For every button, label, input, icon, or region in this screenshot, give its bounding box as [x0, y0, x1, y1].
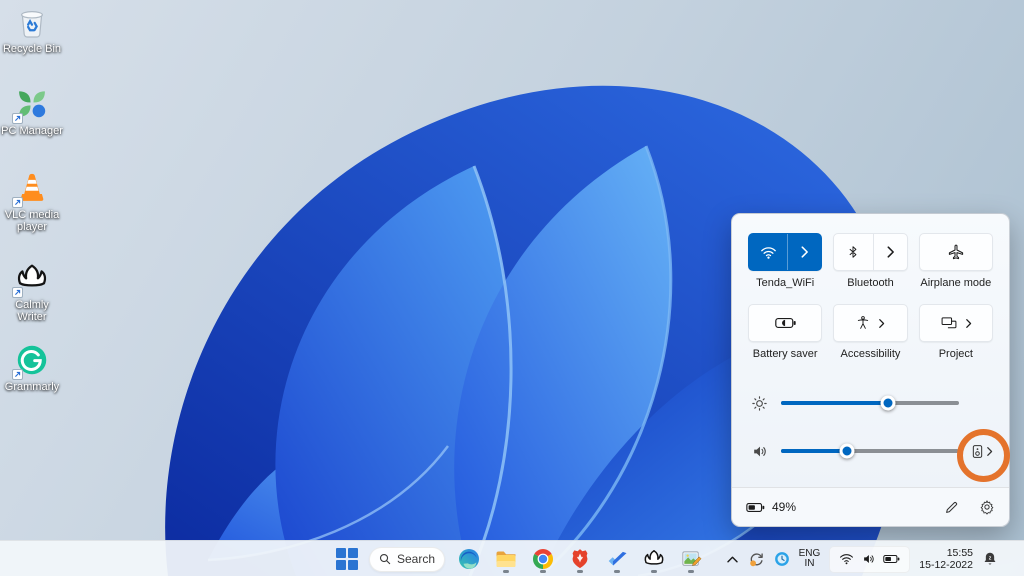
- taskbar-app-file-explorer[interactable]: [493, 544, 519, 574]
- quick-settings-panel: Tenda_WiFi Bluetooth: [731, 213, 1010, 527]
- wifi-icon[interactable]: [749, 234, 787, 270]
- audio-device-icon: [972, 444, 983, 459]
- svg-text:z: z: [989, 555, 992, 561]
- battery-percent-label: 49%: [772, 500, 796, 514]
- volume-slider[interactable]: [781, 449, 959, 453]
- desktop-icon-label: Calmly Writer: [0, 299, 64, 323]
- tray-volume-icon: [861, 552, 876, 566]
- brave-icon: [569, 547, 591, 571]
- file-explorer-icon: [494, 547, 518, 571]
- desktop-icon-pc-manager[interactable]: PC Manager: [0, 86, 64, 137]
- desktop-icon-vlc[interactable]: VLC media player: [0, 170, 64, 233]
- pencil-icon: [944, 500, 959, 515]
- accessibility-chevron-icon: [878, 318, 885, 329]
- battery-saver-icon: [775, 316, 796, 330]
- volume-slider-fill: [781, 449, 847, 453]
- gear-icon: [979, 499, 995, 515]
- language-line2: IN: [799, 559, 821, 569]
- quick-settings-tray-button[interactable]: [829, 546, 910, 573]
- shortcut-arrow-icon: [12, 369, 23, 380]
- shortcut-arrow-icon: [12, 113, 23, 124]
- bluetooth-expand-chevron-icon[interactable]: [873, 234, 907, 270]
- tray-wifi-icon: [839, 553, 854, 565]
- recycle-bin-icon: [14, 4, 50, 40]
- tile-label: Accessibility: [833, 348, 907, 360]
- desktop-icon-label: Grammarly: [0, 381, 64, 393]
- shortcut-arrow-icon: [12, 197, 23, 208]
- tray-date: 15-12-2022: [919, 559, 973, 571]
- bluetooth-icon[interactable]: [834, 234, 872, 270]
- vlc-icon: [14, 170, 50, 206]
- search-icon: [379, 553, 391, 565]
- tile-label: Bluetooth: [833, 277, 907, 289]
- desktop-icon-label: PC Manager: [0, 125, 64, 137]
- quick-settings-footer: 49%: [732, 487, 1009, 526]
- tile-label: Battery saver: [748, 348, 822, 360]
- tray-time: 15:55: [919, 547, 973, 559]
- taskbar-app-todo-check[interactable]: [604, 544, 630, 574]
- calmly-writer-taskbar-icon: [642, 547, 666, 571]
- tile-accessibility[interactable]: [833, 304, 907, 342]
- edit-quick-settings-button[interactable]: [944, 500, 959, 515]
- search-box[interactable]: Search: [369, 547, 445, 572]
- brightness-row: [750, 387, 993, 419]
- tile-label: Project: [919, 348, 993, 360]
- battery-status[interactable]: 49%: [746, 500, 796, 514]
- notification-bell-dnd-icon[interactable]: z: [982, 551, 998, 567]
- todo-check-icon: [606, 548, 629, 571]
- tile-bluetooth[interactable]: [833, 233, 907, 271]
- start-button[interactable]: [336, 548, 358, 570]
- tile-label: Tenda_WiFi: [748, 277, 822, 289]
- volume-icon: [750, 443, 768, 460]
- tile-battery-saver[interactable]: [748, 304, 822, 342]
- taskbar-app-calmly-writer[interactable]: [641, 544, 667, 574]
- airplane-icon: [947, 243, 965, 261]
- taskbar-app-chrome[interactable]: [530, 544, 556, 574]
- language-indicator[interactable]: ENG IN: [799, 549, 821, 569]
- shortcut-arrow-icon: [12, 287, 23, 298]
- brightness-slider[interactable]: [781, 401, 959, 405]
- brightness-slider-fill: [781, 401, 888, 405]
- desktop-icon-grammarly[interactable]: Grammarly: [0, 342, 64, 393]
- clock-date-button[interactable]: 15:55 15-12-2022: [919, 547, 973, 571]
- settings-button[interactable]: [979, 499, 995, 515]
- taskbar-app-brave[interactable]: [567, 544, 593, 574]
- volume-slider-thumb[interactable]: [839, 444, 854, 459]
- taskbar-app-edge[interactable]: [456, 544, 482, 574]
- desktop-icon-label: VLC media player: [0, 209, 64, 233]
- volume-row: [750, 435, 993, 467]
- tile-wifi[interactable]: [748, 233, 822, 271]
- brightness-slider-thumb[interactable]: [880, 396, 895, 411]
- desktop-icon-calmly-writer[interactable]: Calmly Writer: [0, 260, 64, 323]
- quick-settings-tile-grid: Tenda_WiFi Bluetooth: [748, 233, 993, 360]
- battery-icon: [746, 502, 765, 513]
- tile-airplane-mode[interactable]: [919, 233, 993, 271]
- edge-icon: [457, 547, 481, 571]
- pc-manager-icon: [14, 86, 50, 122]
- desktop: Recycle Bin PC Manager: [0, 0, 1024, 576]
- windows-logo-icon: [336, 548, 346, 558]
- tile-project[interactable]: [919, 304, 993, 342]
- tray-overflow-chevron-icon[interactable]: [726, 555, 739, 564]
- desktop-icon-label: Recycle Bin: [0, 43, 64, 55]
- calmly-writer-icon: [14, 260, 50, 296]
- audio-output-chevron-icon: [986, 446, 993, 457]
- search-label: Search: [397, 552, 435, 566]
- brightness-icon: [750, 395, 768, 412]
- clock-app-icon[interactable]: [774, 551, 790, 567]
- tile-label: Airplane mode: [919, 277, 993, 289]
- taskbar-app-photo-editor[interactable]: [678, 544, 704, 574]
- project-chevron-icon: [965, 318, 972, 329]
- accessibility-icon: [855, 315, 871, 331]
- audio-output-button[interactable]: [959, 444, 993, 459]
- project-icon: [940, 315, 958, 331]
- chrome-icon: [531, 547, 555, 571]
- photo-editor-icon: [680, 548, 703, 571]
- grammarly-icon: [14, 342, 50, 378]
- tray-battery-icon: [883, 554, 900, 564]
- wifi-expand-chevron-icon[interactable]: [787, 234, 821, 270]
- desktop-icon-recycle-bin[interactable]: Recycle Bin: [0, 4, 64, 55]
- taskbar: Search: [0, 540, 1024, 576]
- sync-update-icon[interactable]: [748, 551, 765, 568]
